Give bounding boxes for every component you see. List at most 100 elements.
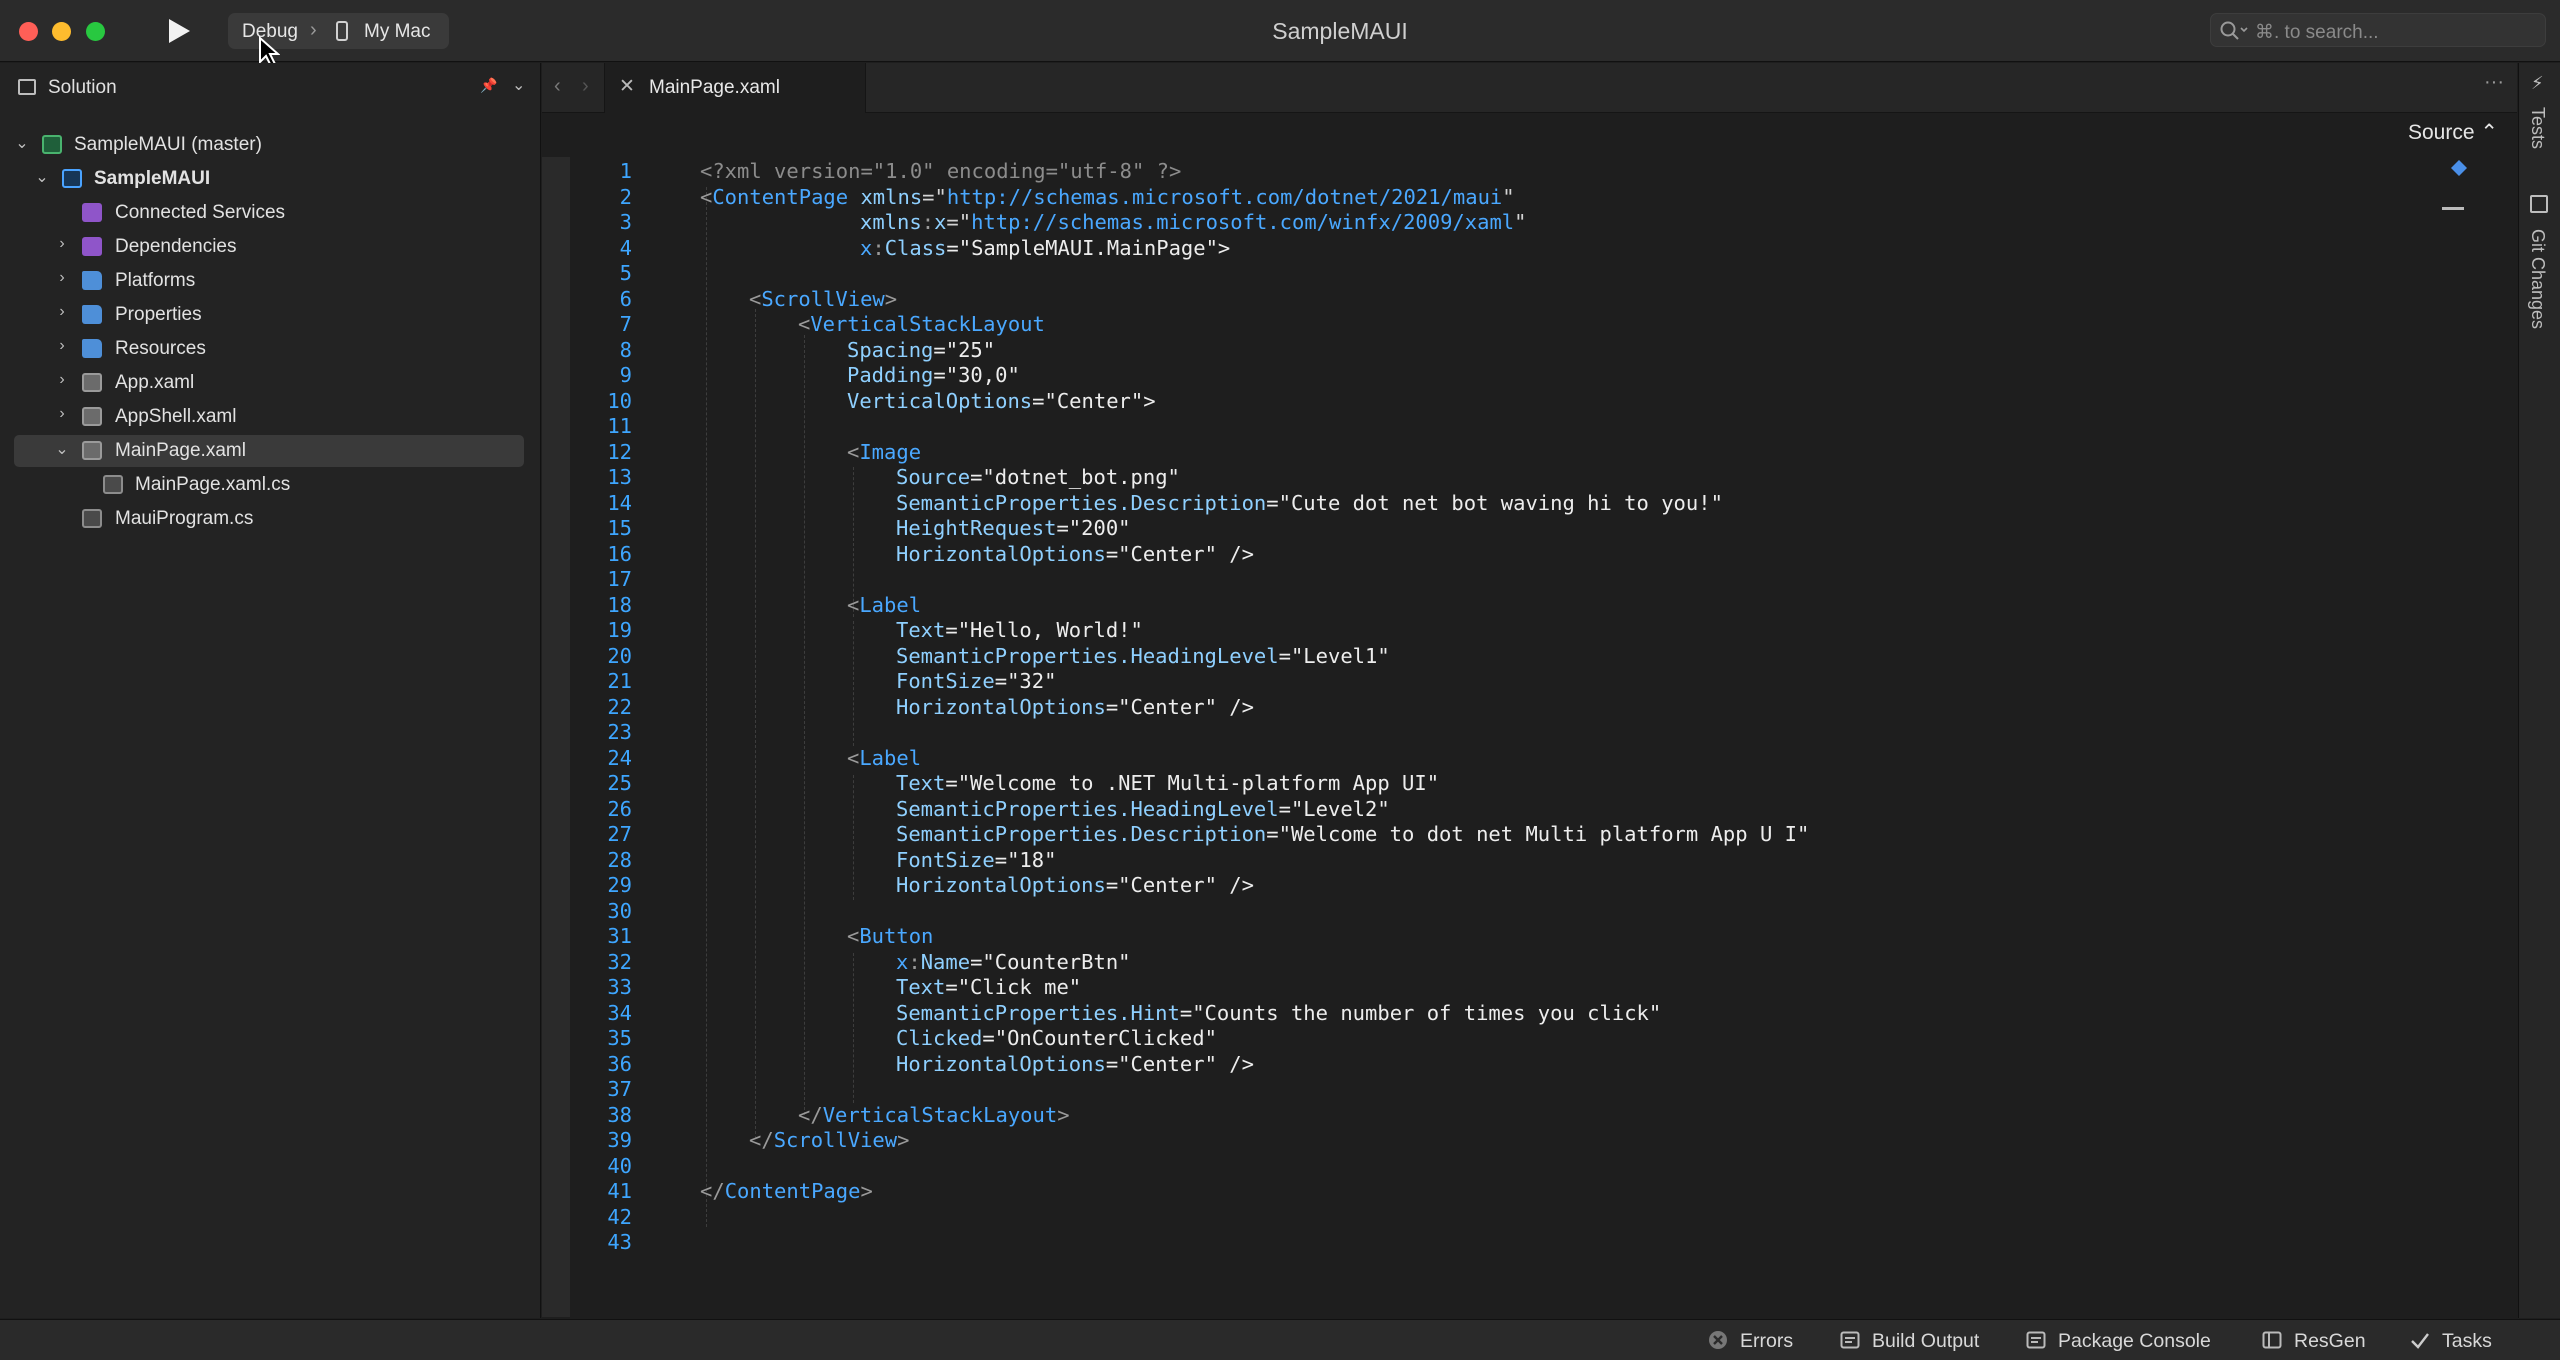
chevron-right-icon[interactable]: › <box>54 269 70 287</box>
code-text: Text="Hello, World!" <box>896 618 1143 642</box>
token: ="OnCounterClicked" <box>982 1026 1217 1050</box>
close-tab-icon[interactable]: ✕ <box>619 75 635 98</box>
tree-item-platforms[interactable]: › Platforms <box>14 265 524 297</box>
tree-item-properties[interactable]: › Properties <box>14 299 524 331</box>
solution-pad-title: Solution <box>48 77 117 98</box>
chevron-down-icon[interactable]: ⌄ <box>54 439 70 459</box>
code-line: 36 HorizontalOptions="Center" /> <box>570 1052 2430 1077</box>
token: VerticalOptions <box>847 388 1033 413</box>
chevron-down-icon[interactable]: ⌄ <box>512 75 525 95</box>
token: FontSize <box>896 847 995 872</box>
token: http://schemas.microsoft.com/winfx/2009/… <box>971 210 1515 234</box>
line-number: 12 <box>607 439 632 464</box>
line-number: 31 <box>607 924 632 948</box>
tree-item-resources[interactable]: › Resources <box>14 333 524 365</box>
solution-icon <box>42 135 62 154</box>
build-output-pad-button[interactable]: Build Output <box>1840 1330 1979 1353</box>
tree-item-app-xaml[interactable]: › App.xaml <box>14 367 524 399</box>
code-line: 20 SemanticProperties.HeadingLevel="Level… <box>570 644 2430 669</box>
token: ="30,0" <box>933 363 1020 387</box>
code-text: SemanticProperties.Hint="Counts the numb… <box>896 1001 1661 1025</box>
tree-item-dependencies[interactable]: › Dependencies <box>14 231 524 263</box>
code-editor[interactable]: 1 <?xml version="1.0" encoding="utf-8" ?>… <box>570 157 2517 1317</box>
token: ="Level1" <box>1278 643 1390 668</box>
run-button[interactable] <box>166 17 192 45</box>
code-text: FontSize="32" <box>896 669 1056 693</box>
code-line: 8 Spacing="25" <box>570 338 2430 363</box>
tree-item-label: SampleMAUI <box>94 168 211 189</box>
token: Text <box>896 618 946 642</box>
search-field[interactable]: ⌘. to search... <box>2210 13 2546 47</box>
code-text: SemanticProperties.Description="Cute dot… <box>896 491 1723 515</box>
token: </ <box>700 1179 725 1203</box>
tab-mainpage-xaml[interactable]: ✕ MainPage.xaml <box>604 63 866 113</box>
code-text: FontSize="18" <box>896 848 1056 872</box>
pin-icon[interactable]: 📌 <box>480 77 497 94</box>
solution-pad-icon <box>18 79 36 95</box>
chevron-right-icon[interactable]: › <box>54 235 70 253</box>
code-text: <Label <box>847 746 921 770</box>
line-number: 2 <box>619 184 632 209</box>
chevron-down-icon[interactable]: ⌄ <box>34 167 50 187</box>
token: ="Center" /> <box>1105 873 1254 897</box>
chevron-right-icon[interactable]: › <box>54 371 70 389</box>
dependencies-icon <box>82 237 102 256</box>
more-options-icon[interactable]: ··· <box>2484 71 2504 94</box>
code-line: 17 <box>570 567 2430 592</box>
tree-item-project[interactable]: ⌄ SampleMAUI <box>14 163 524 195</box>
navigate-back-icon[interactable]: ‹ <box>554 75 561 98</box>
code-line: 40 <box>570 1154 2430 1179</box>
tree-item-mainpage-xaml[interactable]: ⌄ MainPage.xaml <box>14 435 524 467</box>
code-text: Clicked="OnCounterClicked" <box>896 1026 1217 1050</box>
errors-pad-button[interactable]: Errors <box>1708 1330 1793 1353</box>
token: < <box>700 184 713 209</box>
token: SemanticProperties.Hint <box>896 1000 1180 1025</box>
token: SemanticProperties.Description <box>896 490 1267 515</box>
token: x <box>860 235 873 260</box>
tree-item-appshell-xaml[interactable]: › AppShell.xaml <box>14 401 524 433</box>
line-number: 19 <box>607 618 632 642</box>
line-number: 22 <box>607 694 632 719</box>
tree-item-connected-services[interactable]: Connected Services <box>14 197 524 229</box>
view-selector[interactable]: Source ⌃ <box>2408 120 2498 145</box>
tests-pad-tab[interactable]: Tests <box>2527 107 2548 149</box>
tree-item-mauiprogram-cs[interactable]: MauiProgram.cs <box>14 503 524 535</box>
tree-item-solution[interactable]: ⌄ SampleMAUI (master) <box>14 129 524 161</box>
lightning-icon[interactable]: ⚡ <box>2531 73 2544 94</box>
code-line: 5 <box>570 261 2430 286</box>
package-console-pad-button[interactable]: Package Console <box>2026 1330 2211 1353</box>
resgen-pad-button[interactable]: ResGen <box>2262 1330 2366 1353</box>
chevron-right-icon[interactable]: › <box>54 337 70 355</box>
git-changes-icon[interactable] <box>2530 195 2548 213</box>
token: ="Center" /> <box>1105 1051 1254 1076</box>
code-line: 11 <box>570 414 2430 439</box>
chevron-right-icon[interactable]: › <box>54 405 70 423</box>
git-changes-pad-tab[interactable]: Git Changes <box>2527 229 2548 329</box>
code-text: <ContentPage xmlns="http://schemas.micro… <box>700 185 1515 209</box>
code-line: 12 <Image <box>570 440 2430 465</box>
token: ="Click me" <box>945 975 1082 999</box>
tree-item-mainpage-xaml-cs[interactable]: MainPage.xaml.cs <box>14 469 524 501</box>
code-text: SemanticProperties.Description="Welcome … <box>896 822 1809 846</box>
chevron-down-icon[interactable]: ⌄ <box>14 133 30 153</box>
token: " <box>1514 210 1527 234</box>
code-line: 39 </ScrollView> <box>570 1128 2430 1153</box>
tree-item-label: SampleMAUI (master) <box>74 134 262 155</box>
code-text: x:Name="CounterBtn" <box>896 950 1131 974</box>
line-number: 23 <box>607 720 632 744</box>
window-close-button[interactable] <box>19 22 38 41</box>
window-maximize-button[interactable] <box>86 22 105 41</box>
navigate-forward-icon[interactable]: › <box>582 75 589 98</box>
chevron-right-icon[interactable]: › <box>54 303 70 321</box>
bookmark-diamond-icon <box>2451 160 2467 176</box>
tasks-pad-button[interactable]: Tasks <box>2410 1330 2492 1353</box>
code-line: 7 <VerticalStackLayout <box>570 312 2430 337</box>
folder-icon <box>82 271 102 290</box>
token: Class <box>884 235 947 260</box>
resgen-icon <box>2262 1331 2282 1349</box>
window-minimize-button[interactable] <box>52 22 71 41</box>
token: VerticalStackLayout <box>810 312 1045 336</box>
tree-item-label: Platforms <box>115 270 196 291</box>
code-text: HorizontalOptions="Center" /> <box>896 1052 1254 1076</box>
device-label[interactable]: My Mac <box>364 21 431 43</box>
